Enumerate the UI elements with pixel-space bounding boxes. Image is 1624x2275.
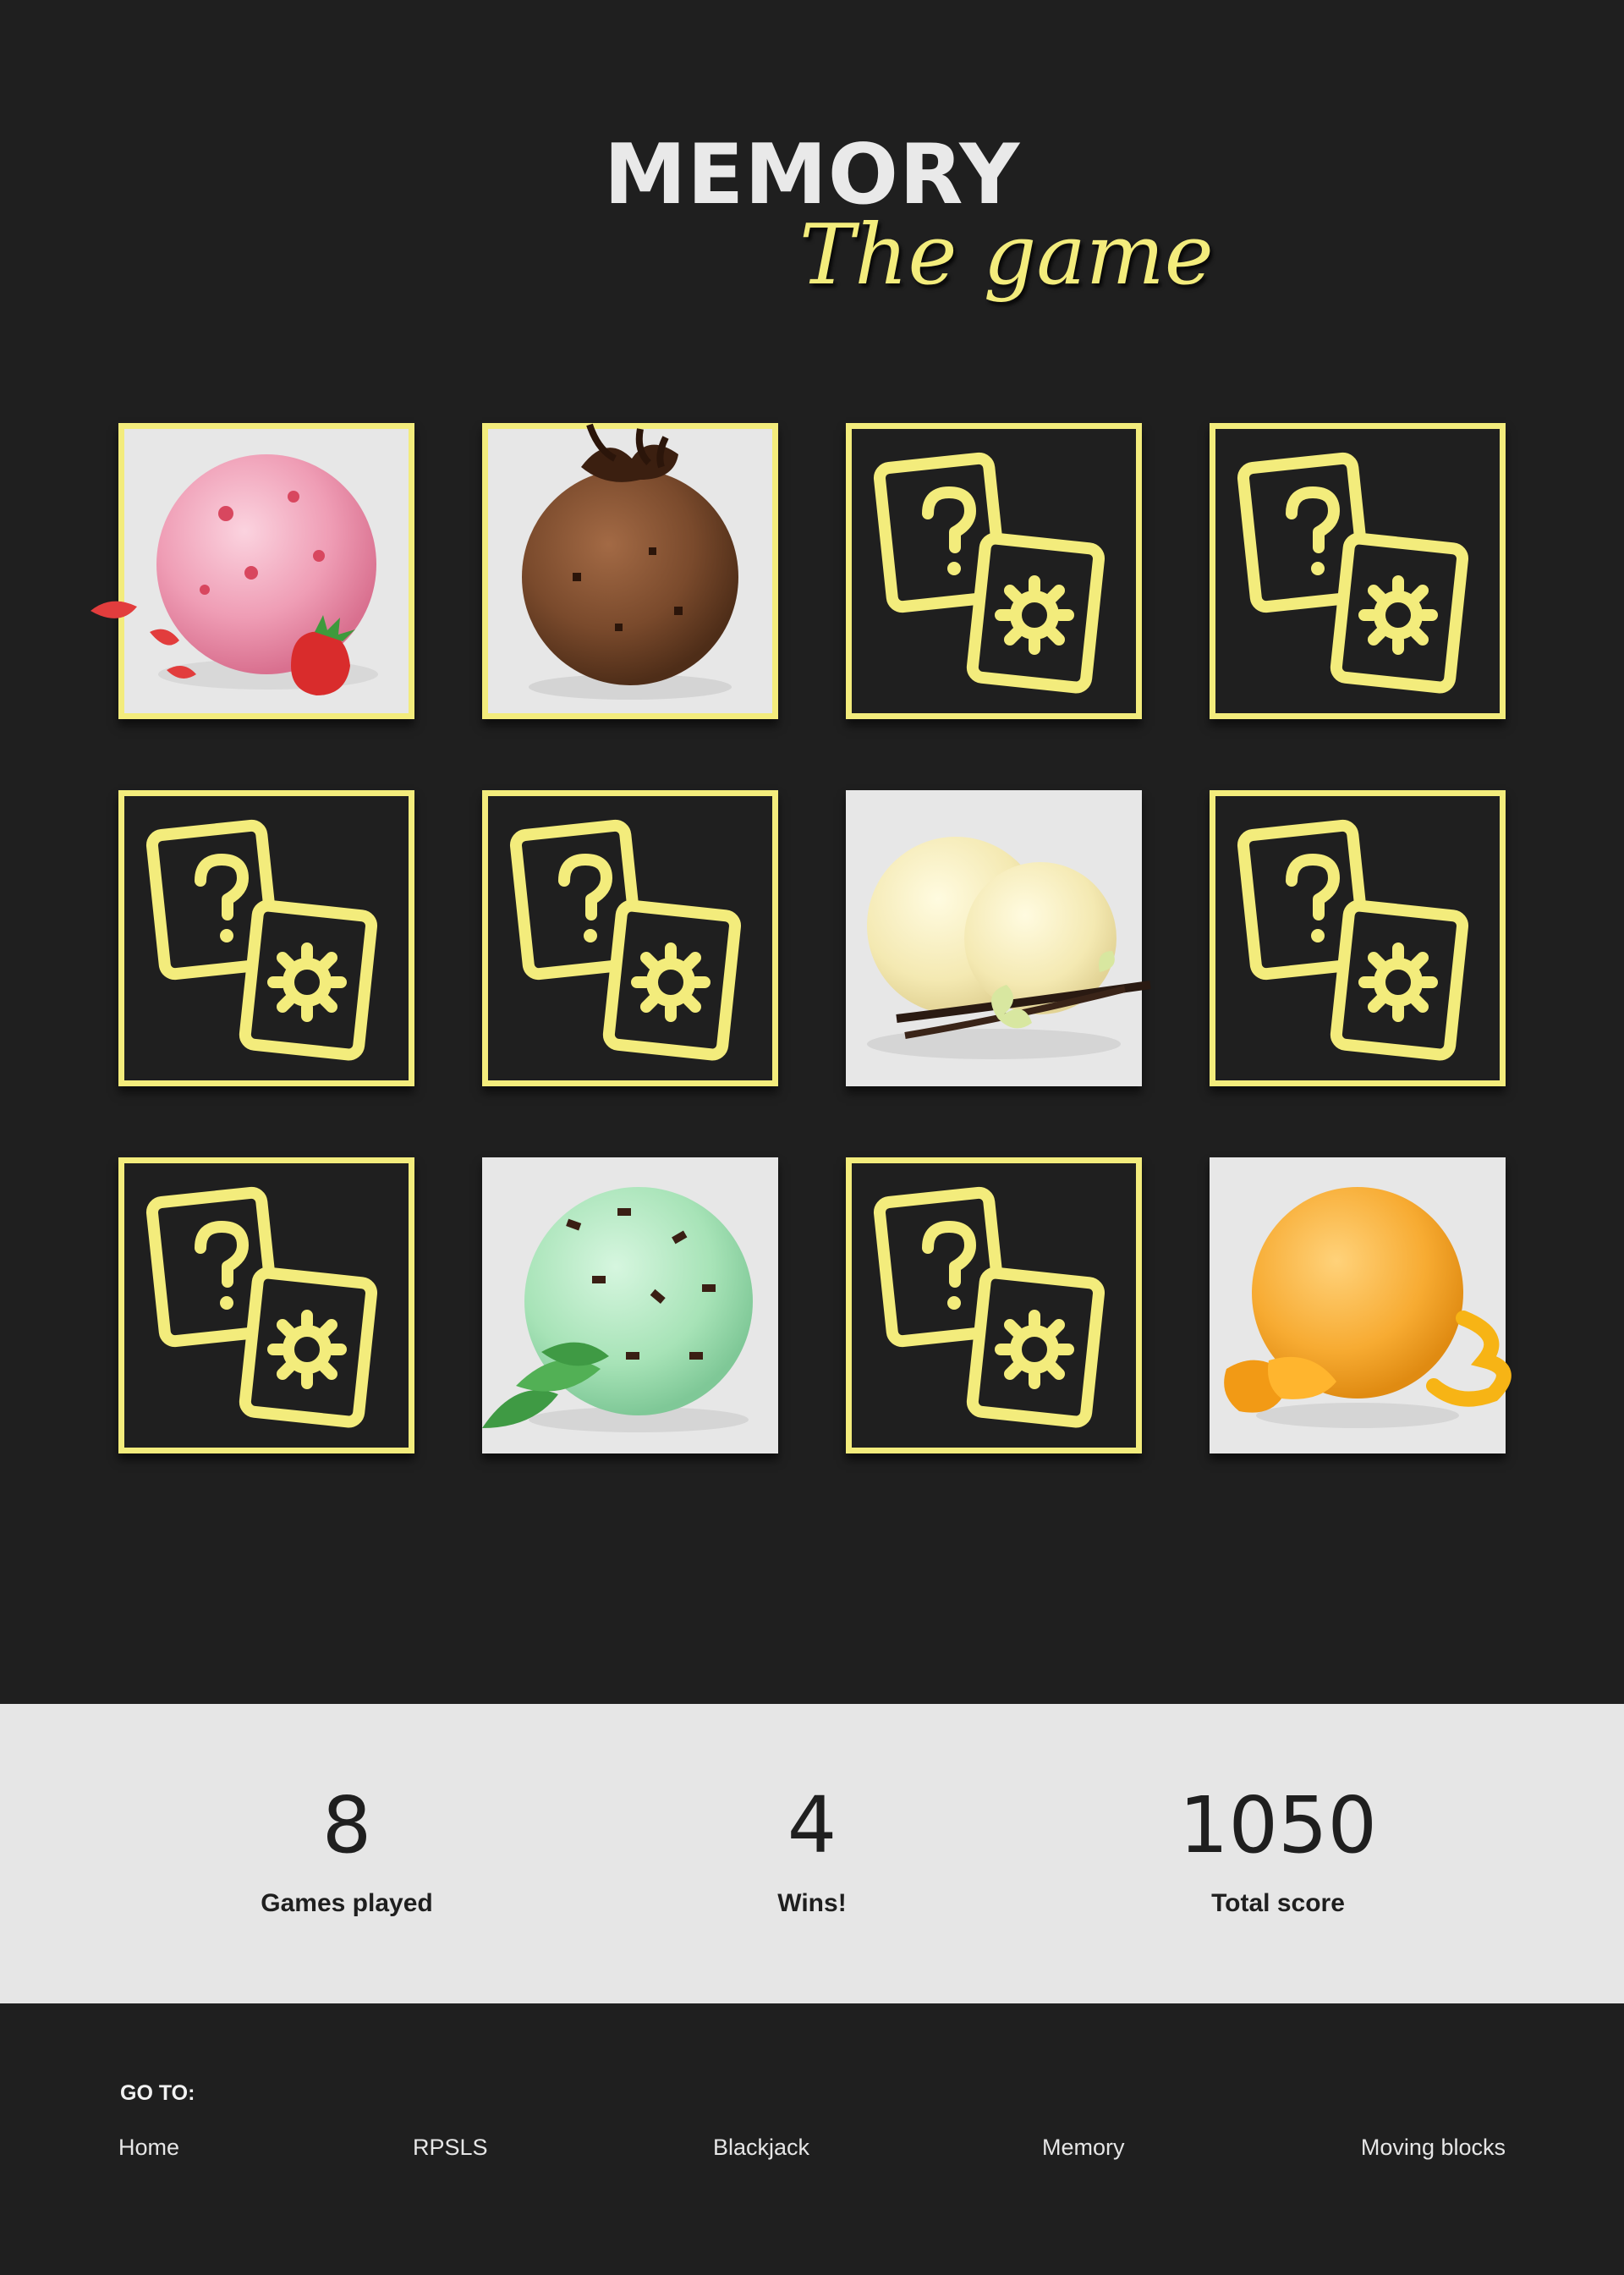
card-hidden[interactable] bbox=[482, 790, 778, 1086]
memory-board bbox=[91, 423, 1512, 1453]
nav-link-rpsls[interactable]: RPSLS bbox=[413, 2135, 488, 2161]
total-score-value: 1050 bbox=[1178, 1780, 1378, 1871]
card-hidden[interactable] bbox=[118, 790, 414, 1086]
games-played-value: 8 bbox=[321, 1780, 372, 1871]
card-strawberry[interactable] bbox=[91, 423, 414, 719]
stat-games-played: 8 Games played bbox=[135, 1704, 558, 1918]
goto-label: GO TO: bbox=[120, 2081, 195, 2105]
footer: GO TO: Home RPSLS Blackjack Memory Movin… bbox=[0, 2003, 1624, 2275]
question-card-icon bbox=[873, 452, 1106, 694]
nav-link-moving-blocks[interactable]: Moving blocks bbox=[1361, 2135, 1506, 2161]
vanilla-ice-cream-icon bbox=[867, 837, 1151, 1059]
card-hidden[interactable] bbox=[1210, 423, 1506, 719]
card-vanilla[interactable] bbox=[846, 790, 1151, 1086]
question-card-icon bbox=[509, 819, 742, 1061]
question-card-icon bbox=[145, 1186, 378, 1428]
question-card-icon bbox=[873, 1186, 1106, 1428]
card-mint-chocolate-chip[interactable] bbox=[482, 1157, 778, 1453]
nav-link-blackjack[interactable]: Blackjack bbox=[713, 2135, 809, 2161]
card-hidden[interactable] bbox=[118, 1157, 414, 1453]
nav-link-memory[interactable]: Memory bbox=[1042, 2135, 1125, 2161]
stat-wins: 4 Wins! bbox=[601, 1704, 1023, 1918]
question-card-icon bbox=[1237, 452, 1469, 694]
nav-link-home[interactable]: Home bbox=[118, 2135, 179, 2161]
question-card-icon bbox=[145, 819, 378, 1061]
game-title: MEMORY The game bbox=[0, 127, 1624, 321]
mint-ice-cream-icon bbox=[482, 1187, 753, 1432]
games-played-label: Games played bbox=[261, 1889, 433, 1917]
card-hidden[interactable] bbox=[1210, 790, 1506, 1086]
card-hidden[interactable] bbox=[846, 1157, 1142, 1453]
question-card-icon bbox=[1237, 819, 1469, 1061]
card-mango[interactable] bbox=[1210, 1157, 1512, 1453]
stats-panel: 8 Games played 4 Wins! 1050 Total score bbox=[0, 1704, 1624, 2003]
page-subtitle: The game bbox=[799, 207, 1214, 304]
card-hidden[interactable] bbox=[846, 423, 1142, 719]
wins-value: 4 bbox=[787, 1780, 837, 1871]
mango-ice-cream-icon bbox=[1224, 1187, 1512, 1428]
footer-nav: Home RPSLS Blackjack Memory Moving block… bbox=[118, 2135, 1506, 2168]
stat-total-score: 1050 Total score bbox=[1067, 1704, 1490, 1918]
strawberry-ice-cream-icon bbox=[91, 454, 378, 695]
card-chocolate[interactable] bbox=[482, 423, 778, 719]
wins-label: Wins! bbox=[777, 1889, 847, 1917]
chocolate-ice-cream-icon bbox=[522, 423, 738, 700]
total-score-label: Total score bbox=[1211, 1889, 1345, 1917]
